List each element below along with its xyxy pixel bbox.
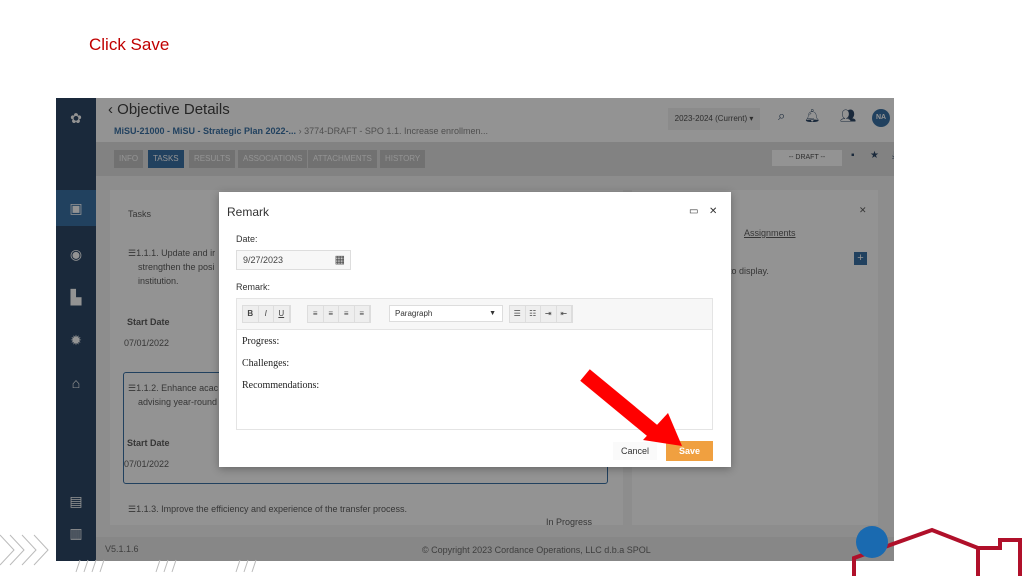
align-right-icon[interactable]: ≡ bbox=[339, 306, 355, 322]
date-input[interactable]: 9/27/2023 ▦ bbox=[236, 250, 351, 270]
remark-editor[interactable]: BIU ≡ ≡ ≡ ≡ Paragraph ▼ ☰ ☷ ⇥ ⇤ Progress: Chall… bbox=[236, 298, 713, 430]
italic-button[interactable]: I bbox=[259, 306, 274, 322]
editor-content[interactable]: Progress: Challenges: Recommendations: bbox=[237, 336, 712, 396]
format-select[interactable]: Paragraph ▼ bbox=[389, 305, 503, 322]
remark-dialog: Remark ▭ ✕ Date: 9/27/2023 ▦ Remark: BIU … bbox=[219, 192, 731, 467]
editor-toolbar: BIU ≡ ≡ ≡ ≡ Paragraph ▼ ☰ ☷ ⇥ ⇤ bbox=[237, 299, 712, 330]
content-line: Recommendations: bbox=[242, 380, 320, 391]
bullet-list-icon[interactable]: ☰ bbox=[510, 306, 526, 322]
underline-button[interactable]: U bbox=[274, 306, 290, 322]
align-left-icon[interactable]: ≡ bbox=[308, 306, 324, 322]
numbered-list-icon[interactable]: ☷ bbox=[526, 306, 541, 322]
save-button[interactable]: Save bbox=[666, 441, 713, 461]
content-line: Challenges: bbox=[242, 358, 290, 369]
align-center-icon[interactable]: ≡ bbox=[324, 306, 339, 322]
instruction-caption: Click Save bbox=[89, 35, 170, 54]
cancel-button[interactable]: Cancel bbox=[613, 442, 657, 460]
calendar-icon[interactable]: ▦ bbox=[335, 251, 345, 269]
content-line: Progress: bbox=[242, 336, 280, 347]
dialog-title: Remark bbox=[227, 205, 270, 219]
maximize-icon[interactable]: ▭ bbox=[689, 206, 698, 217]
remark-label: Remark: bbox=[236, 282, 271, 292]
format-value: Paragraph bbox=[395, 309, 433, 318]
logo-icon bbox=[856, 526, 888, 558]
decorative-house-outline bbox=[852, 526, 1022, 576]
chevron-down-icon: ▼ bbox=[489, 310, 496, 317]
indent-icon[interactable]: ⇥ bbox=[541, 306, 557, 322]
decorative-chevrons bbox=[0, 534, 257, 573]
date-value: 9/27/2023 bbox=[243, 255, 284, 265]
outdent-icon[interactable]: ⇤ bbox=[557, 306, 572, 322]
bold-button[interactable]: B bbox=[243, 306, 259, 322]
close-icon[interactable]: ✕ bbox=[709, 206, 717, 217]
justify-icon[interactable]: ≡ bbox=[355, 306, 370, 322]
date-label: Date: bbox=[236, 234, 258, 244]
